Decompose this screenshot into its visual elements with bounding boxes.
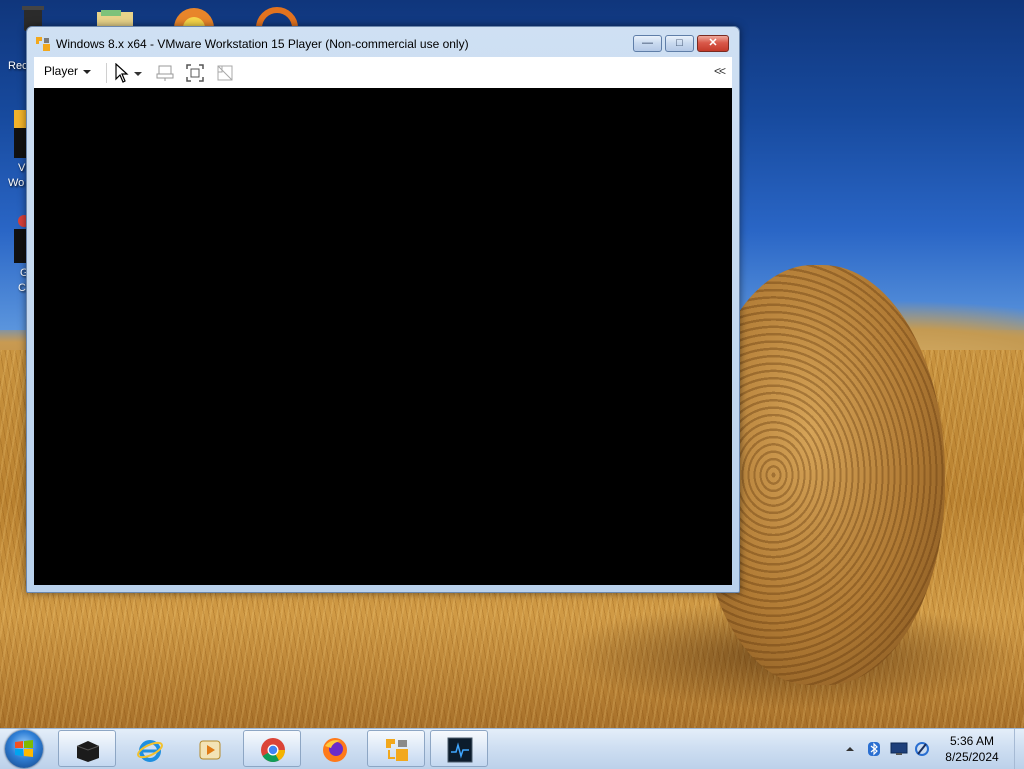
player-toolbar: Player << <box>34 57 732 89</box>
cursor-arrow-icon[interactable] <box>112 63 132 83</box>
taskbar-terminal[interactable] <box>58 730 116 767</box>
bluetooth-icon[interactable] <box>866 741 882 757</box>
collapse-toolbar-button[interactable]: << <box>714 64 726 78</box>
network-icon[interactable] <box>914 741 930 757</box>
unity-icon[interactable] <box>215 63 235 83</box>
chrome-shortcut-label-2: C <box>18 282 26 294</box>
show-hidden-icons-icon[interactable] <box>845 744 855 754</box>
chevron-down-icon[interactable] <box>132 63 144 83</box>
taskbar: 5:36 AM 8/25/2024 <box>0 728 1024 769</box>
vmware-shortcut-label-2: Wo <box>8 177 25 189</box>
internet-explorer-icon <box>137 740 163 762</box>
vmware-shortcut-label-1: V <box>18 162 26 174</box>
monitor-icon <box>447 737 473 763</box>
black-box-icon <box>76 741 100 762</box>
maximize-icon: □ <box>676 37 683 49</box>
fullscreen-icon[interactable] <box>185 63 205 83</box>
window-titlebar[interactable]: Windows 8.x x64 - VMware Workstation 15 … <box>27 27 739 57</box>
recycle-bin-label: Rec <box>8 60 28 72</box>
firefox-icon <box>323 738 347 762</box>
window-title: Windows 8.x x64 - VMware Workstation 15 … <box>56 37 469 51</box>
vmware-logo-icon <box>36 37 50 51</box>
taskbar-firefox[interactable] <box>305 730 363 767</box>
send-ctrl-alt-del-icon[interactable] <box>155 63 175 83</box>
taskbar-monitor[interactable] <box>430 730 488 767</box>
taskbar-vmware[interactable] <box>367 730 425 767</box>
vmware-player-window[interactable]: Windows 8.x x64 - VMware Workstation 15 … <box>26 26 740 593</box>
vmware-icon <box>386 739 408 761</box>
chevron-down-icon <box>83 69 92 74</box>
chrome-icon <box>261 738 285 763</box>
close-button[interactable]: ✕ <box>697 35 729 52</box>
system-clock[interactable]: 5:36 AM 8/25/2024 <box>936 733 1008 765</box>
taskbar-media-player[interactable] <box>180 730 238 767</box>
clock-time: 5:36 AM <box>949 734 995 748</box>
media-player-icon <box>199 740 221 760</box>
virtual-machine-display[interactable] <box>34 88 732 585</box>
minimize-button[interactable]: — <box>633 35 662 52</box>
show-desktop-button[interactable] <box>1014 729 1024 769</box>
maximize-button[interactable]: □ <box>665 35 694 52</box>
minimize-icon: — <box>642 37 653 49</box>
close-icon: ✕ <box>708 37 718 49</box>
app-shortcut-icon[interactable] <box>256 6 298 28</box>
toolbar-separator <box>106 63 107 83</box>
media-app-icon[interactable] <box>170 6 218 28</box>
player-menu-label: Player <box>44 64 79 78</box>
taskbar-internet-explorer[interactable] <box>120 730 178 767</box>
windows-logo-icon <box>15 740 33 757</box>
start-button[interactable] <box>5 730 43 768</box>
display-icon[interactable] <box>890 742 908 756</box>
taskbar-chrome[interactable] <box>243 730 301 767</box>
player-menu-button[interactable]: Player <box>44 64 92 78</box>
clock-date: 8/25/2024 <box>945 750 999 764</box>
